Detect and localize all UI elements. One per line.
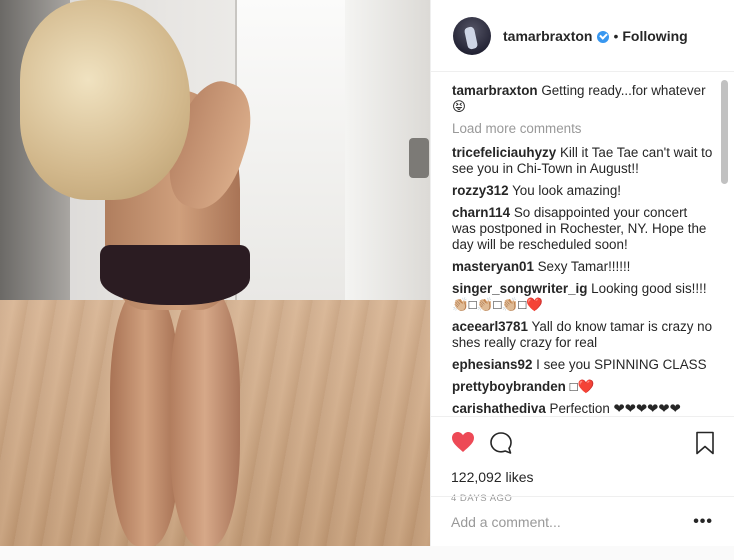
comment-item: rozzy312 You look amazing! <box>452 183 713 199</box>
comment-text: Sexy Tamar!!!!!! <box>537 259 631 274</box>
comment-username[interactable]: aceearl3781 <box>452 319 528 334</box>
post-side-panel: tamarbraxton • Following tamarbraxton Ge… <box>430 0 734 546</box>
comment-text: Perfection ❤❤❤❤❤❤ <box>549 401 681 416</box>
comment-username[interactable]: tricefeliciauhyzy <box>452 145 556 160</box>
comment-username[interactable]: ephesians92 <box>452 357 532 372</box>
add-comment-bar: ••• <box>431 496 734 546</box>
comment-username[interactable]: rozzy312 <box>452 183 509 198</box>
caption-username[interactable]: tamarbraxton <box>452 83 538 98</box>
instagram-post: tamarbraxton • Following tamarbraxton Ge… <box>0 0 734 546</box>
comment-item: prettyboybranden □❤️ <box>452 379 713 395</box>
comment-username[interactable]: prettyboybranden <box>452 379 566 394</box>
comment-text: □❤️ <box>569 379 595 394</box>
photo-figure-leg-right <box>170 290 240 546</box>
comments-scrollbar[interactable] <box>721 80 728 184</box>
photo-figure-bottom <box>100 245 250 305</box>
add-comment-input[interactable] <box>451 513 694 530</box>
comment-username[interactable]: carishathediva <box>452 401 546 416</box>
comment-item: aceearl3781 Yall do know tamar is crazy … <box>452 319 713 351</box>
caption: tamarbraxton Getting ready...for whateve… <box>452 83 713 115</box>
comment-username[interactable]: singer_songwriter_ig <box>452 281 587 296</box>
following-button[interactable]: Following <box>622 28 687 44</box>
comment-text: You look amazing! <box>512 183 621 198</box>
photo-door <box>235 0 355 300</box>
avatar[interactable] <box>453 16 491 55</box>
header-separator: • <box>613 27 619 44</box>
header-username[interactable]: tamarbraxton <box>503 28 592 44</box>
comments-list[interactable]: tamarbraxton Getting ready...for whateve… <box>431 72 734 416</box>
action-icons <box>451 427 715 457</box>
comment-item: ephesians92 I see you SPINNING CLASS <box>452 357 713 373</box>
heart-icon[interactable] <box>451 431 475 453</box>
comment-icon[interactable] <box>489 431 513 455</box>
comment-item: charn114 So disappointed your concert wa… <box>452 205 713 253</box>
bookmark-icon[interactable] <box>695 431 715 455</box>
comment-item: singer_songwriter_ig Looking good sis!!!… <box>452 281 713 313</box>
comment-username[interactable]: charn114 <box>452 205 510 220</box>
post-photo[interactable] <box>0 0 430 546</box>
comment-username[interactable]: masteryan01 <box>452 259 534 274</box>
photo-door-knob <box>409 138 429 178</box>
more-options-button[interactable]: ••• <box>693 513 713 531</box>
comment-item: carishathediva Perfection ❤❤❤❤❤❤ <box>452 401 713 416</box>
likes-count[interactable]: 122,092 likes <box>451 469 715 485</box>
post-header: tamarbraxton • Following <box>431 0 734 72</box>
load-more-comments-button[interactable]: Load more comments <box>452 121 713 136</box>
comment-item: tricefeliciauhyzy Kill it Tae Tae can't … <box>452 145 713 177</box>
post-actions: 122,092 likes 4 DAYS AGO <box>431 416 734 504</box>
comment-text: I see you SPINNING CLASS <box>536 357 707 372</box>
photo-figure-hair <box>20 0 190 200</box>
comment-item: masteryan01 Sexy Tamar!!!!!! <box>452 259 713 275</box>
verified-badge-icon <box>597 30 610 43</box>
